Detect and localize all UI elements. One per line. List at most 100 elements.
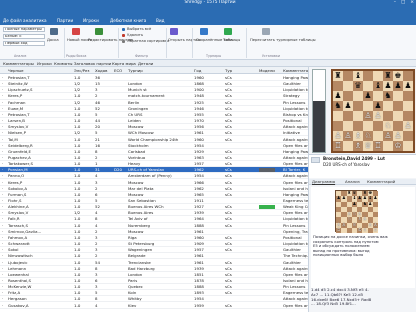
reverse-sort-icon[interactable]: [122, 40, 125, 43]
player-name-field[interactable]: Белые: E: [3, 34, 45, 39]
cell-comment: Pin Lessons: [283, 99, 306, 105]
new-search-icon[interactable]: [72, 28, 80, 35]
tab-world-map[interactable]: Карта мира: [112, 60, 136, 67]
cell-result: 1-0: [74, 75, 81, 80]
chess-piece: ♙: [334, 131, 342, 140]
tab-climates[interactable]: Климаты: [54, 60, 72, 67]
cell-tournament: match-tournament: [128, 93, 165, 99]
cell-result: 1-0: [74, 148, 81, 154]
turn-label[interactable]: Turns: [223, 38, 233, 42]
cell-elo: 4: [95, 302, 98, 308]
cell-elo: 2: [95, 228, 98, 234]
row-status-icon: ·: [2, 161, 4, 167]
cell-result: 1-0: [74, 118, 81, 124]
cell-result: 1-0: [74, 136, 81, 142]
cell-result: 1-0: [74, 154, 81, 160]
cell-elo: 4: [95, 173, 98, 179]
app-window: Shredgy - 1575 Партии – □ × Де файл анал…: [0, 0, 416, 312]
cell-tournament: Moscow: [128, 179, 144, 185]
cell-comment: Open files and ro: [283, 179, 308, 185]
cell-year: 1954: [194, 142, 204, 148]
delete-icon[interactable]: [122, 34, 125, 37]
board-square: [363, 81, 373, 91]
move-notation[interactable]: 1.d4 d5 2.c4 dxc4 3.Nf3 e5 4. Ac7 ... 11…: [311, 288, 415, 312]
chess-piece: ♜: [384, 71, 392, 80]
edit-game-icon[interactable]: [95, 28, 103, 35]
cell-comment: Attack against K: [283, 173, 308, 179]
update-tables-label[interactable]: Сохранённые таблицы: [196, 38, 240, 42]
menu-item-opening-book[interactable]: Дебютная книга: [110, 18, 146, 23]
turn-icon[interactable]: [224, 28, 232, 35]
cell-year: 1962: [194, 185, 204, 191]
model-indicator: [259, 168, 275, 172]
cell-tournament: World Championship 24th: [128, 136, 179, 142]
tournament-calc-label[interactable]: Пересчитать турнирные таблицы: [250, 38, 316, 42]
tab-diagram[interactable]: Диаграмма: [312, 179, 335, 185]
cell-tournament: Moscow: [128, 228, 144, 234]
board-icon[interactable]: [50, 28, 58, 35]
column-header-result[interactable]: Элс/Рез: [74, 67, 89, 74]
chess-piece: ♖: [336, 227, 341, 233]
cell-year: 1939: [194, 265, 204, 271]
select-all-button[interactable]: Выбрать всё: [127, 27, 151, 31]
delete-button[interactable]: Удалить: [127, 33, 143, 37]
cell-year: 1963: [194, 154, 204, 160]
cell-elo: 8: [95, 148, 98, 154]
cell-year: 1878: [194, 277, 204, 283]
cell-tournament: Moscow: [128, 124, 144, 130]
cell-name: Fritz,A: [8, 290, 21, 296]
group-label-analysis: Анализ: [14, 54, 27, 58]
column-header-group[interactable]: Тур: [225, 67, 237, 74]
column-header-year[interactable]: Год: [194, 67, 206, 74]
column-header-name[interactable]: Черные: [8, 67, 70, 74]
cell-group: sCs: [225, 148, 232, 154]
row-status-icon: ·: [2, 222, 4, 228]
tab-analysis[interactable]: Анализ: [345, 179, 360, 185]
board-square: [343, 91, 353, 101]
select-all-icon[interactable]: [122, 28, 125, 31]
notation-line: ... 18.Qf3 Nd5 19.Bf1...: [311, 302, 356, 307]
tab-details[interactable]: Детали: [138, 60, 153, 67]
ribbon-separator: [246, 28, 247, 58]
tab-game-header[interactable]: Заголовок партии: [74, 60, 111, 67]
cell-name: Furman,S: [8, 191, 27, 197]
tab-players[interactable]: Игроки: [37, 60, 52, 67]
column-header-tournament[interactable]: Турнир: [128, 67, 190, 74]
cell-result: 1-0: [74, 105, 81, 111]
table-row[interactable]: · Gusakov,A 1-0 4 Kiev 1959 sCs Open files and …: [0, 303, 308, 309]
cell-elo: 3: [95, 87, 98, 93]
board-button-label[interactable]: Доска: [47, 38, 59, 42]
cell-tournament: Heavy: [128, 161, 141, 167]
game-event: D20 URS-ch of Yaroslav: [323, 162, 370, 167]
open-game-icon[interactable]: [170, 28, 178, 35]
update-tables-icon[interactable]: [200, 28, 208, 35]
menu-item-view[interactable]: Вид: [156, 18, 165, 23]
chess-piece: ♕: [364, 141, 372, 150]
cell-name: Fachman: [8, 99, 26, 105]
menu-item-players[interactable]: Игроки: [83, 18, 99, 23]
cell-tournament: Amsterdam of (Penny): [128, 173, 172, 179]
menu-item-games[interactable]: Партии: [57, 18, 73, 23]
model-indicator: [259, 205, 275, 209]
column-header-moves[interactable]: Ходов: [95, 67, 107, 74]
board-square: [373, 131, 383, 141]
first-move-field[interactable]: Первый ход: [3, 41, 45, 46]
menu-item-file[interactable]: Де файл аналитика: [3, 18, 47, 23]
board-square: [353, 111, 363, 121]
search-params-select[interactable]: Полные параметры: [3, 27, 45, 32]
column-header-eco[interactable]: ECO: [114, 67, 124, 74]
cell-elo: 16: [95, 142, 100, 148]
tab-comment[interactable]: Комментарий: [367, 179, 395, 185]
tournament-calc-icon[interactable]: [262, 28, 270, 35]
column-header-commentator[interactable]: Комментатор: [283, 67, 308, 74]
column-header-model[interactable]: Модели: [259, 67, 275, 74]
chess-board[interactable]: ♜ ♝ ♜ ♚ ♛ ♝ ♟ ♟ ♟ ♟ ♟ ♞ ♞ ♟ ♟ ♙ ♙ ♘ ♙ ♙ ♙ ♗ ♘ ♙ ♙ ♖ ♗ ♕ ♖ ♔: [331, 69, 415, 153]
tab-commentators[interactable]: Комментаторы: [3, 60, 34, 67]
cell-eco: D20: [114, 167, 122, 173]
row-status-icon: ·: [2, 111, 4, 117]
cell-name: Seidelberg,R: [8, 142, 33, 148]
group-label-rows: Рыды бокса: [66, 54, 87, 58]
cell-tournament: Ch URS: [128, 111, 143, 117]
cell-elo: 5: [95, 290, 98, 296]
reverse-sort-button[interactable]: Обратная сортировка: [127, 39, 169, 43]
